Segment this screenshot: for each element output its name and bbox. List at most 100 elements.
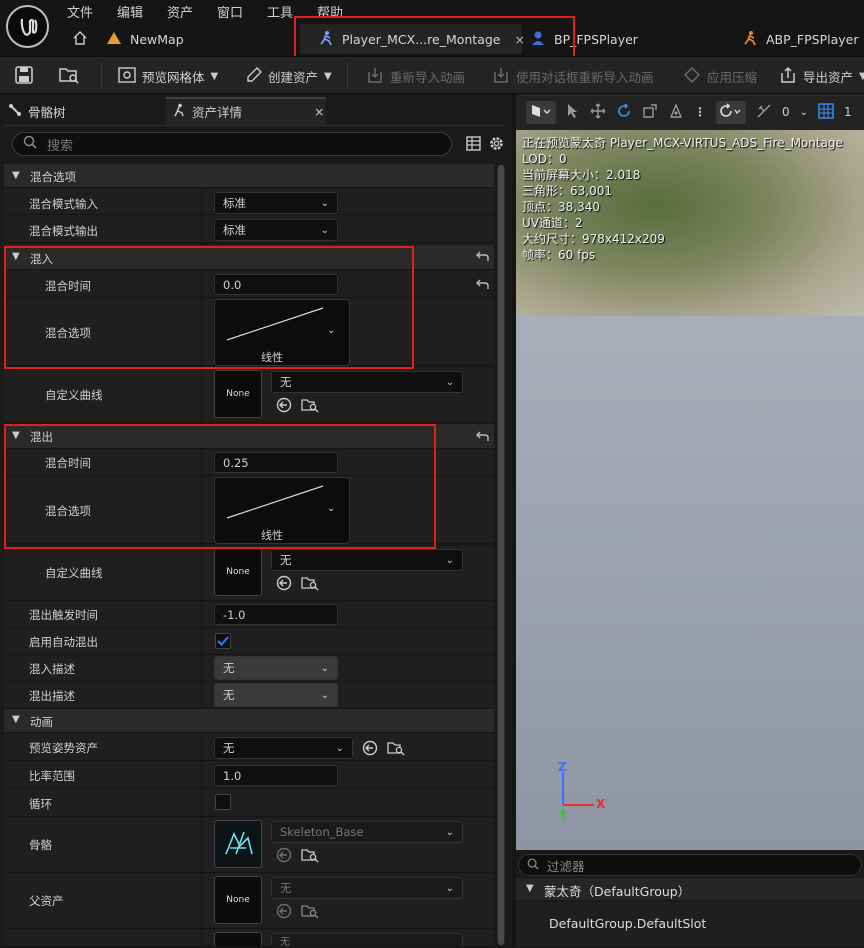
surface-snap-icon[interactable] bbox=[668, 102, 684, 122]
apply-compression-label: 应用压缩 bbox=[707, 69, 758, 85]
category-animation[interactable]: ▼ 动画 bbox=[4, 709, 494, 733]
use-selected-icon[interactable] bbox=[362, 740, 378, 759]
unreal-logo-icon[interactable] bbox=[6, 5, 49, 48]
create-asset-button[interactable]: 创建资产 ▼ bbox=[246, 57, 332, 95]
tab-skeleton-tree[interactable]: 骨骼树 bbox=[8, 98, 66, 124]
curve-thumbnail[interactable]: None bbox=[214, 370, 262, 418]
skeleton-preview-icon bbox=[225, 831, 253, 855]
preview-mesh-button[interactable]: 预览网格体 ▼ bbox=[118, 57, 218, 95]
blend-in-curve-picker[interactable]: ⌄ 线性 bbox=[214, 299, 350, 366]
skeleton-dropdown[interactable]: Skeleton_Base ⌄ bbox=[271, 821, 463, 843]
chevron-down-icon: ⌄ bbox=[335, 742, 344, 754]
category-label: 混出 bbox=[30, 430, 53, 444]
stat-triangles: 三角形：63,001 bbox=[522, 184, 612, 198]
blend-out-curve-dropdown[interactable]: 无 ⌄ bbox=[271, 549, 463, 571]
save-button[interactable] bbox=[14, 57, 34, 95]
blend-mode-in-dropdown[interactable]: 标准 ⌄ bbox=[214, 192, 338, 214]
category-blend-out[interactable]: ▼ 混出 bbox=[4, 424, 494, 449]
reset-arrow-icon[interactable] bbox=[476, 250, 489, 265]
skeleton-thumbnail[interactable] bbox=[214, 820, 262, 868]
property-label: 混合选项 bbox=[45, 326, 91, 340]
browse-button[interactable] bbox=[58, 57, 80, 95]
use-selected-icon[interactable] bbox=[276, 397, 292, 416]
details-scrollbar[interactable] bbox=[497, 165, 505, 945]
property-label: 循环 bbox=[29, 797, 52, 811]
parent-thumbnail[interactable]: None bbox=[214, 876, 262, 924]
dropdown-value: 无 bbox=[280, 553, 292, 567]
grid-size-icon[interactable] bbox=[818, 102, 834, 122]
category-blend-options[interactable]: ▼ 混合选项 bbox=[4, 164, 494, 188]
tab-montage[interactable]: Player_MCX...re_Montage × bbox=[318, 24, 525, 54]
rotation-snap-icon[interactable] bbox=[716, 100, 746, 124]
blend-mode-out-dropdown[interactable]: 标准 ⌄ bbox=[214, 219, 338, 241]
anim-blueprint-icon bbox=[742, 30, 758, 49]
rotate-icon[interactable] bbox=[616, 102, 632, 122]
view-options-icon[interactable] bbox=[526, 100, 556, 124]
blend-in-desc-dropdown[interactable]: 无 ⌄ bbox=[214, 656, 338, 680]
preview-viewport[interactable]: ⋮ 0 ⌄ 1 正在预览蒙太奇 Player_MCX-VIRTUS_ADS_Fi… bbox=[516, 94, 864, 850]
apply-compression-button[interactable]: 应用压缩 bbox=[683, 57, 757, 95]
level-icon bbox=[106, 31, 122, 48]
slot-group-row[interactable]: ▼ 蒙太奇（DefaultGroup） bbox=[516, 878, 864, 900]
blend-out-curve-picker[interactable]: ⌄ 线性 bbox=[214, 477, 350, 544]
scale-icon[interactable] bbox=[642, 103, 658, 122]
slot-row[interactable]: DefaultGroup.DefaultSlot bbox=[516, 902, 864, 947]
reset-arrow-icon[interactable] bbox=[476, 278, 489, 293]
menu-help[interactable]: 帮助 bbox=[317, 2, 343, 21]
auto-blend-out-checkbox[interactable] bbox=[215, 633, 231, 649]
search-input[interactable]: 搜索 bbox=[12, 132, 452, 156]
reimport-dialog-button[interactable]: 使用对话框重新导入动画 bbox=[492, 57, 654, 95]
use-selected-icon[interactable] bbox=[276, 903, 292, 922]
home-tab[interactable] bbox=[72, 24, 88, 54]
filter-input[interactable]: 过滤器 bbox=[518, 854, 862, 876]
dropdown-value: 无 bbox=[280, 937, 290, 948]
tab-abp[interactable]: ABP_FPSPlayer bbox=[742, 24, 858, 54]
close-icon[interactable]: × bbox=[314, 104, 324, 119]
rate-scale-input[interactable]: 1.0 bbox=[214, 765, 338, 786]
browse-asset-icon[interactable] bbox=[301, 575, 319, 594]
browse-asset-icon[interactable] bbox=[301, 847, 319, 866]
browse-asset-icon[interactable] bbox=[387, 740, 405, 759]
table-view-icon[interactable] bbox=[466, 136, 481, 154]
select-icon[interactable] bbox=[566, 103, 580, 122]
preview-pose-dropdown[interactable]: 无 ⌄ bbox=[214, 737, 353, 759]
tab-bp[interactable]: BP_FPSPlayer bbox=[530, 24, 638, 54]
reset-arrow-icon[interactable] bbox=[476, 430, 489, 445]
chevron-down-icon: ⌄ bbox=[327, 325, 336, 336]
blend-in-time-input[interactable]: 0.0 bbox=[214, 274, 338, 295]
menu-edit[interactable]: 编辑 bbox=[117, 2, 143, 21]
category-blend-in[interactable]: ▼ 混入 bbox=[4, 245, 494, 270]
close-icon[interactable]: × bbox=[515, 32, 525, 47]
export-asset-button[interactable]: 导出资产 ▼ bbox=[779, 57, 864, 95]
parent-asset-dropdown[interactable]: 无 ⌄ bbox=[271, 877, 463, 899]
menu-tools[interactable]: 工具 bbox=[267, 2, 293, 21]
curve-thumbnail[interactable]: None bbox=[214, 548, 262, 596]
blend-out-time-input[interactable]: 0.25 bbox=[214, 452, 338, 473]
use-selected-icon[interactable] bbox=[276, 847, 292, 866]
menu-asset[interactable]: 资产 bbox=[167, 2, 193, 21]
extra-thumbnail[interactable] bbox=[214, 932, 262, 947]
blend-out-desc-dropdown[interactable]: 无 ⌄ bbox=[214, 683, 338, 707]
check-icon bbox=[217, 636, 229, 646]
blend-in-curve-dropdown[interactable]: 无 ⌄ bbox=[271, 371, 463, 393]
tab-asset-details[interactable]: 资产详情 × bbox=[172, 98, 325, 124]
gear-icon[interactable] bbox=[488, 135, 505, 155]
browse-asset-icon[interactable] bbox=[301, 397, 319, 416]
loop-checkbox[interactable] bbox=[215, 794, 231, 810]
browse-asset-icon[interactable] bbox=[301, 903, 319, 922]
menu-file[interactable]: 文件 bbox=[67, 2, 93, 21]
menu-window[interactable]: 窗口 bbox=[217, 2, 243, 21]
tab-newmap[interactable]: NewMap bbox=[106, 24, 184, 54]
property-label: 混合模式输入 bbox=[29, 197, 98, 211]
more-options-icon[interactable]: ⋮ bbox=[694, 105, 706, 119]
blend-out-trigger-input[interactable]: -1.0 bbox=[214, 604, 338, 625]
scrollbar-thumb[interactable] bbox=[498, 165, 504, 945]
extra-dropdown[interactable]: 无 bbox=[271, 933, 463, 948]
use-selected-icon[interactable] bbox=[276, 575, 292, 594]
camera-speed-icon[interactable] bbox=[756, 103, 772, 122]
search-icon bbox=[23, 135, 37, 153]
stat-approx-size: 大约尺寸：978x412x209 bbox=[522, 232, 665, 246]
translate-icon[interactable] bbox=[590, 103, 606, 122]
reimport-button[interactable]: 重新导入动画 bbox=[366, 57, 465, 95]
dropdown-value: 无 bbox=[223, 661, 235, 675]
